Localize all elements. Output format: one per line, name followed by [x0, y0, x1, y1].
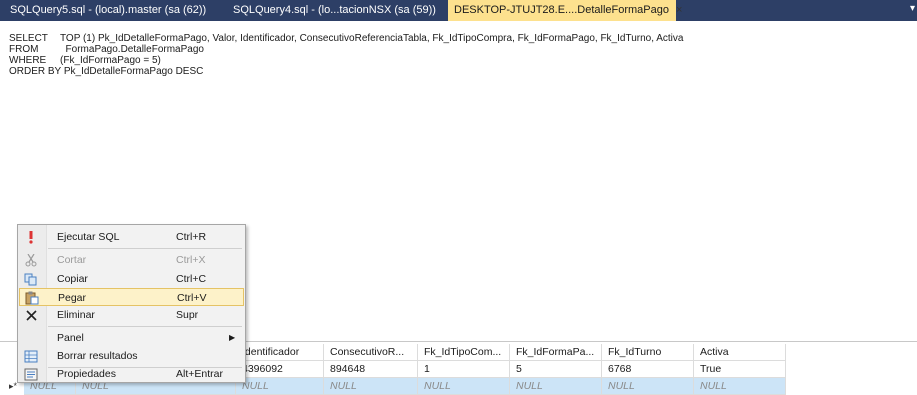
menu-item-propiedades[interactable]: Propiedades Alt+Entrar — [19, 365, 244, 383]
document-tab-bar: SQLQuery5.sql - (local).master (sa (62))… — [0, 0, 917, 21]
grid-cell[interactable]: NULL — [236, 378, 324, 395]
grid-cell[interactable]: 5 — [510, 361, 602, 378]
grid-cell[interactable]: NULL — [602, 378, 694, 395]
menu-separator — [48, 248, 242, 249]
tab-label: SQLQuery4.sql - (lo...tacionNSX (sa (59)… — [233, 4, 436, 16]
properties-icon — [24, 367, 38, 381]
execute-icon — [24, 230, 38, 244]
menu-item-shortcut: Supr — [176, 309, 199, 321]
tab-label: SQLQuery5.sql - (local).master (sa (62)) — [10, 4, 207, 16]
sql-line-from: FROM FormaPago.DetalleFormaPago — [9, 44, 204, 55]
submenu-arrow-icon: ▶ — [229, 333, 236, 342]
sql-keyword: FROM — [9, 44, 39, 55]
menu-item-eliminar[interactable]: Eliminar Supr — [19, 306, 244, 324]
tab-detalleformapago[interactable]: DESKTOP-JTUJT28.E....DetalleFormaPago × — [448, 0, 682, 21]
menu-item-shortcut: Ctrl+V — [177, 292, 207, 304]
paste-icon — [25, 291, 39, 305]
sql-keyword: ORDER BY — [9, 66, 62, 77]
context-menu: Ejecutar SQL Ctrl+R Cortar Ctrl+X Copiar… — [17, 224, 246, 383]
grid-cell[interactable]: 6768 — [602, 361, 694, 378]
menu-item-shortcut: Alt+Entrar — [176, 368, 223, 380]
column-header-consecutivo[interactable]: ConsecutivoR... — [324, 344, 418, 361]
sql-text: TOP (1) Pk_IdDetalleFormaPago, Valor, Id… — [60, 33, 684, 44]
menu-separator — [48, 326, 242, 327]
sql-line-select: SELECT TOP (1) Pk_IdDetalleFormaPago, Val… — [9, 33, 683, 44]
grid-cell[interactable]: 1 — [418, 361, 510, 378]
column-header-formapago[interactable]: Fk_IdFormaPa... — [510, 344, 602, 361]
menu-item-label: Copiar — [57, 273, 88, 285]
grid-cell[interactable]: 4396092 — [236, 361, 324, 378]
menu-item-shortcut: Ctrl+C — [176, 273, 207, 285]
menu-item-shortcut: Ctrl+X — [176, 254, 206, 266]
grid-cell[interactable]: True — [694, 361, 786, 378]
grid-cell[interactable]: 894648 — [324, 361, 418, 378]
grid-cell[interactable]: NULL — [510, 378, 602, 395]
column-header-tipocompra[interactable]: Fk_IdTipoCom... — [418, 344, 510, 361]
close-icon[interactable]: × — [676, 4, 682, 16]
grid-cell[interactable]: NULL — [418, 378, 510, 395]
tab-label: DESKTOP-JTUJT28.E....DetalleFormaPago — [454, 4, 669, 16]
column-header-activa[interactable]: Activa — [694, 344, 786, 361]
menu-item-label: Pegar — [58, 292, 87, 304]
menu-item-label: Eliminar — [57, 309, 95, 321]
menu-item-pegar[interactable]: Pegar Ctrl+V — [19, 288, 244, 306]
menu-item-label: Ejecutar SQL — [57, 231, 120, 243]
menu-item-label: Panel — [57, 332, 84, 344]
grid-cell[interactable]: NULL — [324, 378, 418, 395]
sql-text: Pk_IdDetalleFormaPago DESC — [63, 66, 204, 77]
menu-item-cortar[interactable]: Cortar Ctrl+X — [19, 251, 244, 269]
sql-line-where: WHERE (Fk_IdFormaPago = 5) — [9, 55, 161, 66]
sql-keyword: SELECT — [9, 33, 48, 44]
sql-text: FormaPago.DetalleFormaPago — [60, 44, 204, 55]
menu-item-borrar-resultados[interactable]: Borrar resultados — [19, 347, 244, 365]
delete-icon — [24, 308, 38, 322]
clear-results-icon — [24, 349, 38, 363]
tab-sqlquery4[interactable]: SQLQuery4.sql - (lo...tacionNSX (sa (59)… — [227, 0, 442, 21]
grid-cell[interactable]: NULL — [694, 378, 786, 395]
menu-item-ejecutar-sql[interactable]: Ejecutar SQL Ctrl+R — [19, 228, 244, 246]
menu-item-panel[interactable]: Panel ▶ — [19, 329, 244, 347]
cut-icon — [24, 253, 38, 267]
menu-item-shortcut: Ctrl+R — [176, 231, 207, 243]
sql-line-orderby: ORDER BY Pk_IdDetalleFormaPago DESC — [9, 66, 203, 77]
menu-item-copiar[interactable]: Copiar Ctrl+C — [19, 270, 244, 288]
copy-icon — [24, 272, 38, 286]
menu-item-label: Propiedades — [57, 368, 116, 380]
sql-keyword: WHERE — [9, 55, 47, 66]
sql-text: (Fk_IdFormaPago = 5) — [60, 55, 161, 66]
tab-sqlquery5[interactable]: SQLQuery5.sql - (local).master (sa (62)) — [4, 0, 212, 21]
menu-item-label: Borrar resultados — [57, 350, 138, 362]
column-header-turno[interactable]: Fk_IdTurno — [602, 344, 694, 361]
chevron-down-icon[interactable]: ▾ — [910, 3, 915, 14]
column-header-identificador[interactable]: Identificador — [236, 344, 324, 361]
menu-item-label: Cortar — [57, 254, 87, 266]
